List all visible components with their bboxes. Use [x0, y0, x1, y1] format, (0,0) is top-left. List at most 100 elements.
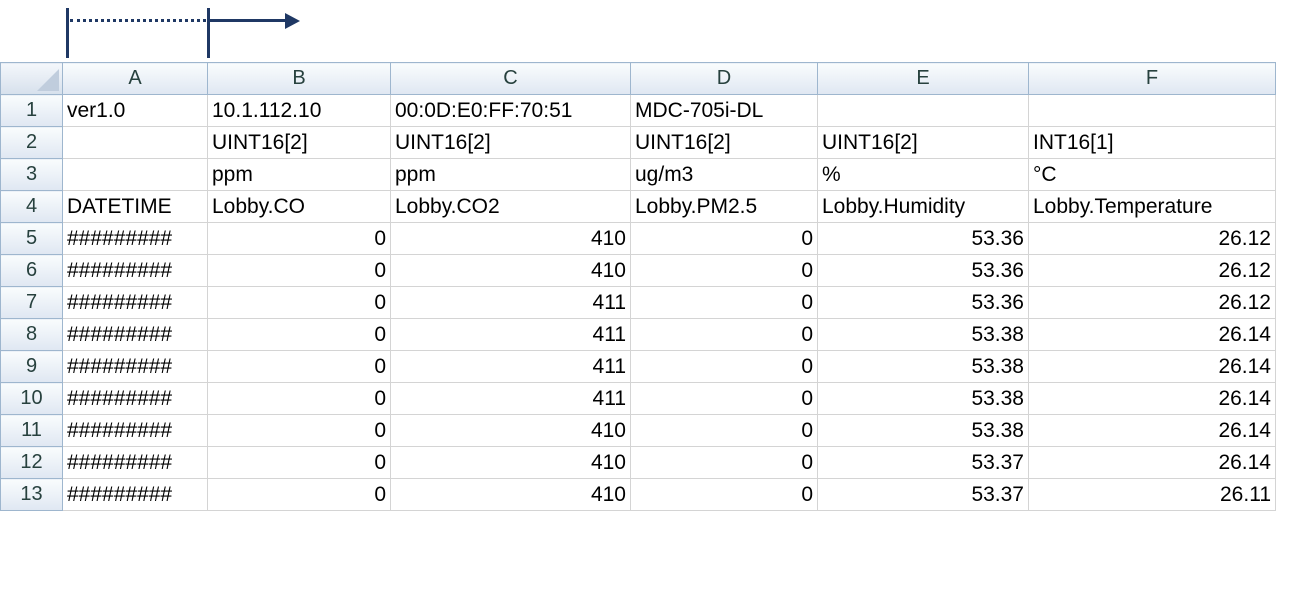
cell-a-12[interactable]: #########	[62, 446, 208, 479]
cell-d-4[interactable]: Lobby.PM2.5	[630, 190, 818, 223]
row-header[interactable]: 13	[0, 478, 63, 511]
cell-a-4[interactable]: DATETIME	[62, 190, 208, 223]
cell-d-12[interactable]: 0	[630, 446, 818, 479]
cell-c-12[interactable]: 410	[390, 446, 631, 479]
cell-f-12[interactable]: 26.14	[1028, 446, 1276, 479]
cell-c-7[interactable]: 411	[390, 286, 631, 319]
cell-f-8[interactable]: 26.14	[1028, 318, 1276, 351]
cell-e-12[interactable]: 53.37	[817, 446, 1029, 479]
cell-c-1[interactable]: 00:0D:E0:FF:70:51	[390, 94, 631, 127]
cell-a-8[interactable]: #########	[62, 318, 208, 351]
cell-f-3[interactable]: °C	[1028, 158, 1276, 191]
cell-d-7[interactable]: 0	[630, 286, 818, 319]
cell-a-6[interactable]: #########	[62, 254, 208, 287]
select-all-corner[interactable]	[0, 62, 63, 95]
column-header-f[interactable]: F	[1028, 62, 1276, 95]
cell-e-1[interactable]	[817, 94, 1029, 127]
column-header-c[interactable]: C	[390, 62, 631, 95]
cell-e-10[interactable]: 53.38	[817, 382, 1029, 415]
column-header-d[interactable]: D	[630, 62, 818, 95]
cell-d-9[interactable]: 0	[630, 350, 818, 383]
cell-e-6[interactable]: 53.36	[817, 254, 1029, 287]
cell-f-13[interactable]: 26.11	[1028, 478, 1276, 511]
cell-d-2[interactable]: UINT16[2]	[630, 126, 818, 159]
cell-c-3[interactable]: ppm	[390, 158, 631, 191]
cell-f-4[interactable]: Lobby.Temperature	[1028, 190, 1276, 223]
cell-d-5[interactable]: 0	[630, 222, 818, 255]
cell-f-11[interactable]: 26.14	[1028, 414, 1276, 447]
cell-e-8[interactable]: 53.38	[817, 318, 1029, 351]
cell-d-11[interactable]: 0	[630, 414, 818, 447]
row-header[interactable]: 11	[0, 414, 63, 447]
cell-c-9[interactable]: 411	[390, 350, 631, 383]
cell-a-1[interactable]: ver1.0	[62, 94, 208, 127]
cell-d-10[interactable]: 0	[630, 382, 818, 415]
row-header[interactable]: 8	[0, 318, 63, 351]
cell-c-5[interactable]: 410	[390, 222, 631, 255]
cell-e-3[interactable]: %	[817, 158, 1029, 191]
cell-f-9[interactable]: 26.14	[1028, 350, 1276, 383]
cell-c-2[interactable]: UINT16[2]	[390, 126, 631, 159]
row-header[interactable]: 1	[0, 94, 63, 127]
column-header-a[interactable]: A	[62, 62, 208, 95]
cell-f-10[interactable]: 26.14	[1028, 382, 1276, 415]
cell-b-11[interactable]: 0	[207, 414, 391, 447]
row-header[interactable]: 4	[0, 190, 63, 223]
cell-b-12[interactable]: 0	[207, 446, 391, 479]
cell-a-9[interactable]: #########	[62, 350, 208, 383]
cell-b-2[interactable]: UINT16[2]	[207, 126, 391, 159]
cell-f-2[interactable]: INT16[1]	[1028, 126, 1276, 159]
cell-c-11[interactable]: 410	[390, 414, 631, 447]
column-header-b[interactable]: B	[207, 62, 391, 95]
cell-b-10[interactable]: 0	[207, 382, 391, 415]
cell-b-3[interactable]: ppm	[207, 158, 391, 191]
cell-d-3[interactable]: ug/m3	[630, 158, 818, 191]
row-header[interactable]: 7	[0, 286, 63, 319]
cell-b-6[interactable]: 0	[207, 254, 391, 287]
cell-d-6[interactable]: 0	[630, 254, 818, 287]
cell-e-2[interactable]: UINT16[2]	[817, 126, 1029, 159]
row-header[interactable]: 9	[0, 350, 63, 383]
cell-d-13[interactable]: 0	[630, 478, 818, 511]
cell-e-9[interactable]: 53.38	[817, 350, 1029, 383]
cell-b-5[interactable]: 0	[207, 222, 391, 255]
cell-b-1[interactable]: 10.1.112.10	[207, 94, 391, 127]
cell-d-8[interactable]: 0	[630, 318, 818, 351]
cell-c-13[interactable]: 410	[390, 478, 631, 511]
cell-b-13[interactable]: 0	[207, 478, 391, 511]
cell-b-7[interactable]: 0	[207, 286, 391, 319]
cell-f-6[interactable]: 26.12	[1028, 254, 1276, 287]
cell-e-13[interactable]: 53.37	[817, 478, 1029, 511]
column-header-row: A B C D E F	[0, 62, 1276, 95]
cell-e-11[interactable]: 53.38	[817, 414, 1029, 447]
cell-c-8[interactable]: 411	[390, 318, 631, 351]
row-header[interactable]: 3	[0, 158, 63, 191]
cell-e-4[interactable]: Lobby.Humidity	[817, 190, 1029, 223]
column-header-e[interactable]: E	[817, 62, 1029, 95]
cell-a-10[interactable]: #########	[62, 382, 208, 415]
cell-d-1[interactable]: MDC-705i-DL	[630, 94, 818, 127]
row-header[interactable]: 10	[0, 382, 63, 415]
cell-f-5[interactable]: 26.12	[1028, 222, 1276, 255]
cell-f-7[interactable]: 26.12	[1028, 286, 1276, 319]
cell-a-13[interactable]: #########	[62, 478, 208, 511]
row-header[interactable]: 2	[0, 126, 63, 159]
cell-c-6[interactable]: 410	[390, 254, 631, 287]
cell-a-2[interactable]	[62, 126, 208, 159]
row-header[interactable]: 12	[0, 446, 63, 479]
cell-c-10[interactable]: 411	[390, 382, 631, 415]
cell-a-3[interactable]	[62, 158, 208, 191]
cell-e-7[interactable]: 53.36	[817, 286, 1029, 319]
row-header[interactable]: 6	[0, 254, 63, 287]
cell-c-4[interactable]: Lobby.CO2	[390, 190, 631, 223]
cell-b-9[interactable]: 0	[207, 350, 391, 383]
cell-b-8[interactable]: 0	[207, 318, 391, 351]
row-header[interactable]: 5	[0, 222, 63, 255]
cell-e-5[interactable]: 53.36	[817, 222, 1029, 255]
arrow-right-icon	[285, 13, 300, 29]
cell-f-1[interactable]	[1028, 94, 1276, 127]
cell-a-7[interactable]: #########	[62, 286, 208, 319]
cell-a-5[interactable]: #########	[62, 222, 208, 255]
cell-b-4[interactable]: Lobby.CO	[207, 190, 391, 223]
cell-a-11[interactable]: #########	[62, 414, 208, 447]
